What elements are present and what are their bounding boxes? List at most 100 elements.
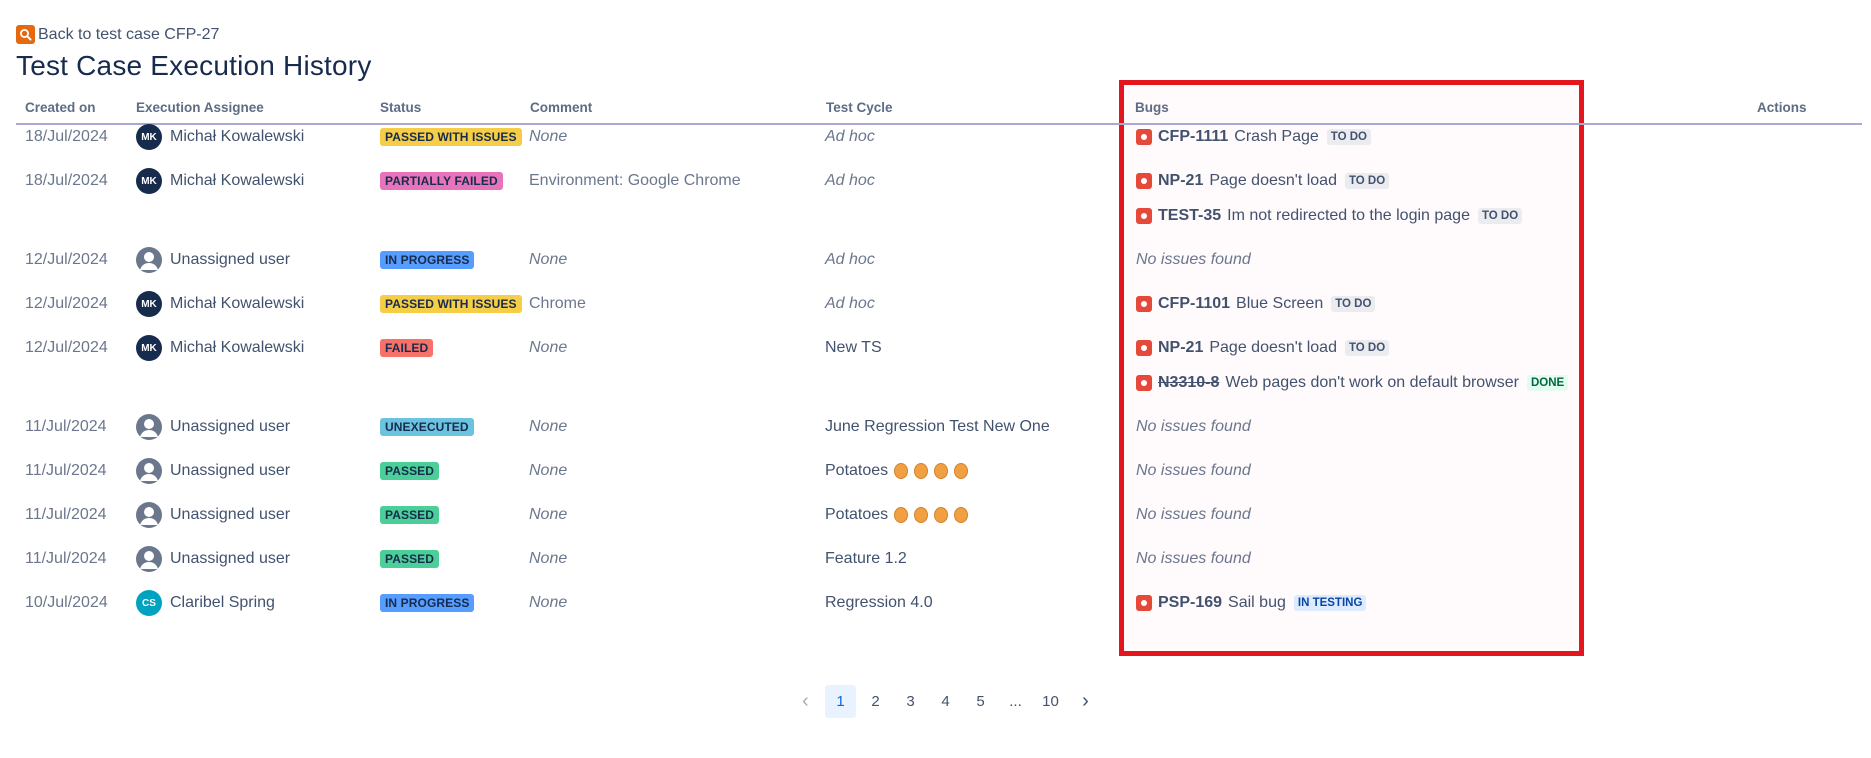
status-badge: PASSED — [380, 462, 440, 480]
unassigned-user-avatar-icon — [136, 502, 162, 528]
bug-icon — [1136, 129, 1152, 145]
bug-key[interactable]: N3310-8 — [1158, 374, 1219, 392]
execution-comment: Chrome — [529, 295, 586, 312]
no-issues-text: No issues found — [1136, 418, 1251, 435]
bug-status-lozenge: TO DO — [1344, 340, 1390, 356]
bug-key[interactable]: NP-21 — [1158, 339, 1203, 357]
status-badge: IN PROGRESS — [380, 594, 475, 612]
assignee-name: Unassigned user — [170, 418, 291, 435]
bug-summary: Page doesn't load — [1209, 339, 1337, 356]
assignee-name: Michał Kowalewski — [170, 172, 305, 189]
execution-date: 12/Jul/2024 — [25, 339, 108, 356]
status-badge: PARTIALLY FAILED — [380, 172, 503, 190]
unassigned-user-avatar-icon — [136, 458, 162, 484]
execution-assignee: MK Michał Kowalewski — [136, 124, 305, 150]
bug-icon — [1136, 375, 1152, 391]
bug-item[interactable]: CFP-1101 Blue Screen TO DO — [1136, 293, 1376, 315]
test-cycle[interactable]: June Regression Test New One — [825, 416, 1050, 438]
execution-assignee: Unassigned user — [136, 502, 291, 528]
bug-key[interactable]: TEST-35 — [1158, 207, 1221, 225]
test-cycle[interactable]: Potatoes — [825, 504, 969, 526]
no-issues-text: No issues found — [1136, 506, 1251, 523]
bug-summary: Page doesn't load — [1209, 172, 1337, 189]
bug-summary: Sail bug — [1228, 594, 1286, 611]
bug-item[interactable]: NP-21 Page doesn't load TO DO — [1136, 170, 1390, 192]
status-badge: FAILED — [380, 339, 434, 357]
assignee-name: Claribel Spring — [170, 594, 275, 611]
bug-status-lozenge: TO DO — [1344, 173, 1390, 189]
test-cycle: Ad hoc — [825, 295, 875, 312]
execution-date: 11/Jul/2024 — [25, 418, 107, 435]
bug-item[interactable]: NP-21 Page doesn't load TO DO — [1136, 337, 1390, 359]
test-cycle: Ad hoc — [825, 172, 875, 189]
status-badge: PASSED — [380, 506, 440, 524]
execution-date: 11/Jul/2024 — [25, 506, 107, 523]
potato-icon — [934, 463, 949, 479]
test-cycle[interactable]: Feature 1.2 — [825, 548, 907, 570]
assignee-name: Michał Kowalewski — [170, 295, 305, 312]
status-badge: UNEXECUTED — [380, 418, 474, 436]
execution-date: 10/Jul/2024 — [25, 594, 108, 611]
potato-icon — [894, 507, 909, 523]
avatar: MK — [136, 291, 162, 317]
bug-status-lozenge: TO DO — [1331, 296, 1376, 312]
bug-item[interactable]: PSP-169 Sail bug IN TESTING — [1136, 592, 1367, 614]
status-badge: PASSED WITH ISSUES — [380, 128, 522, 146]
execution-comment: None — [529, 506, 568, 523]
execution-date: 11/Jul/2024 — [25, 550, 107, 567]
execution-assignee: Unassigned user — [136, 458, 291, 484]
bug-icon — [1136, 296, 1152, 312]
unassigned-user-avatar-icon — [136, 247, 162, 273]
test-cycle[interactable]: Potatoes — [825, 460, 969, 482]
assignee-name: Unassigned user — [170, 251, 291, 268]
avatar: CS — [136, 590, 162, 616]
execution-comment: None — [529, 418, 568, 435]
potato-icon — [954, 507, 969, 523]
potato-icon — [954, 463, 969, 479]
execution-date: 11/Jul/2024 — [25, 462, 107, 479]
no-issues-text: No issues found — [1136, 462, 1251, 479]
bug-icon — [1136, 208, 1152, 224]
execution-assignee: Unassigned user — [136, 247, 291, 273]
assignee-name: Michał Kowalewski — [170, 128, 305, 145]
bug-item[interactable]: TEST-35 Im not redirected to the login pa… — [1136, 205, 1523, 227]
execution-date: 12/Jul/2024 — [25, 251, 108, 268]
bug-icon — [1136, 173, 1152, 189]
execution-assignee: MK Michał Kowalewski — [136, 168, 305, 194]
test-cycle[interactable]: New TS — [825, 337, 882, 359]
no-issues-text: No issues found — [1136, 251, 1251, 268]
avatar: MK — [136, 168, 162, 194]
bug-summary: Im not redirected to the login page — [1227, 207, 1470, 224]
bug-key[interactable]: NP-21 — [1158, 172, 1203, 190]
execution-assignee: Unassigned user — [136, 546, 290, 572]
test-cycle: Ad hoc — [825, 128, 875, 145]
bug-key[interactable]: PSP-169 — [1158, 594, 1222, 612]
bug-summary: Blue Screen — [1236, 295, 1324, 312]
execution-comment: None — [529, 128, 568, 145]
test-cycle: Ad hoc — [825, 251, 875, 268]
execution-date: 18/Jul/2024 — [25, 128, 108, 145]
bug-summary: Crash Page — [1234, 128, 1319, 145]
execution-date: 18/Jul/2024 — [25, 172, 108, 189]
potato-icon — [934, 507, 949, 523]
test-cycle[interactable]: Regression 4.0 — [825, 592, 933, 614]
bug-key[interactable]: CFP-1101 — [1158, 295, 1230, 313]
potato-icon — [914, 507, 929, 523]
bug-item[interactable]: CFP-1111 Crash Page TO DO — [1136, 126, 1371, 148]
potato-icon — [894, 463, 909, 479]
execution-comment: None — [529, 251, 568, 268]
assignee-name: Unassigned user — [170, 506, 291, 523]
avatar: MK — [136, 335, 162, 361]
assignee-name: Michał Kowalewski — [170, 339, 305, 356]
bug-item[interactable]: N3310-8 Web pages don't work on default b… — [1136, 372, 1569, 394]
execution-comment: None — [529, 462, 568, 479]
status-badge: IN PROGRESS — [380, 251, 475, 269]
bug-key[interactable]: CFP-1111 — [1158, 128, 1228, 146]
execution-comment: None — [529, 594, 568, 611]
assignee-name: Unassigned user — [170, 462, 291, 479]
execution-comment: Environment: Google Chrome — [529, 172, 741, 189]
bug-status-lozenge: DONE — [1526, 375, 1569, 391]
unassigned-user-avatar-icon — [136, 414, 162, 440]
execution-assignee: CS Claribel Spring — [136, 590, 275, 616]
bug-icon — [1136, 340, 1152, 356]
